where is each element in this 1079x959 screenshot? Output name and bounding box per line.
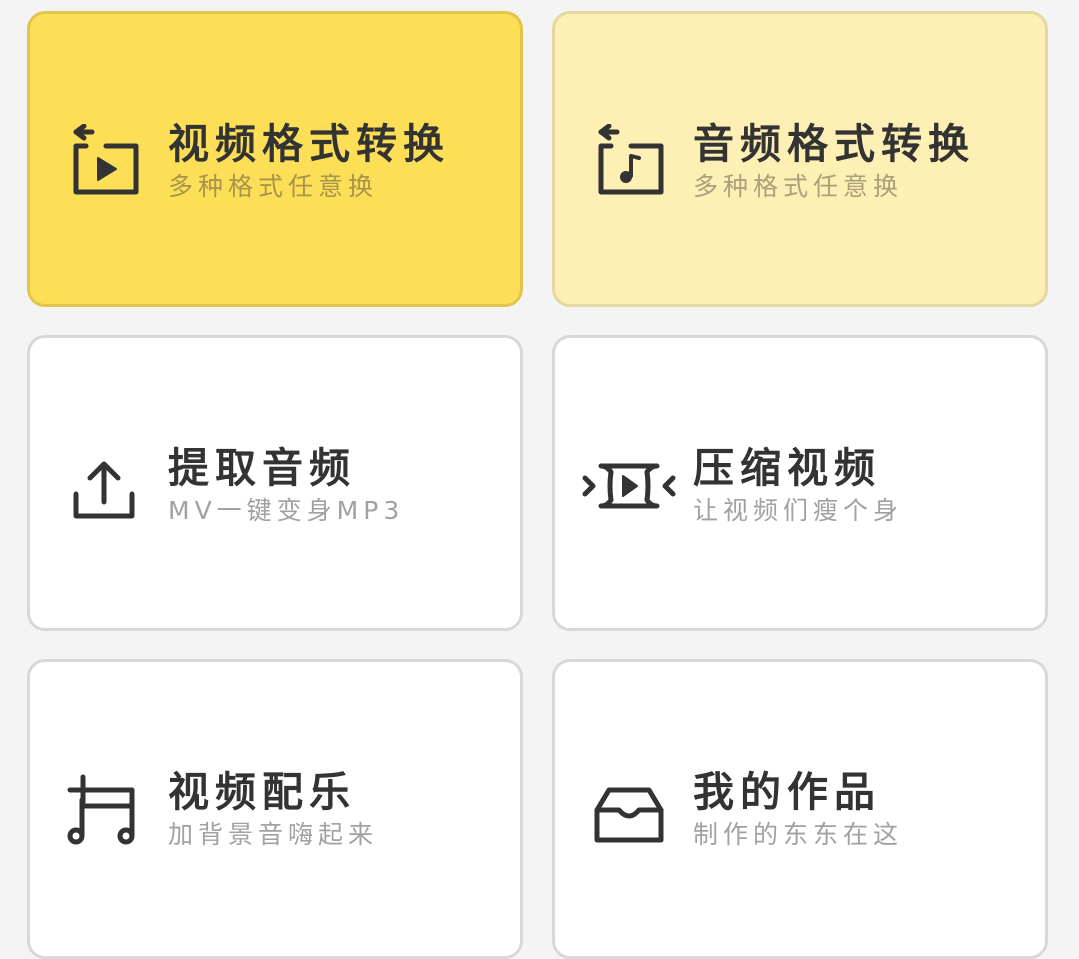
card-title: 音频格式转换 xyxy=(693,120,975,168)
card-title: 提取音频 xyxy=(168,444,356,492)
upload-icon xyxy=(66,448,142,524)
card-subtitle: 让视频们瘦个身 xyxy=(693,496,904,525)
card-title: 我的作品 xyxy=(693,768,881,816)
my-works-card[interactable]: 我的作品 制作的东东在这 xyxy=(552,659,1048,959)
card-title: 视频格式转换 xyxy=(168,120,450,168)
card-subtitle: 加背景音嗨起来 xyxy=(168,820,379,849)
feature-grid: 视频格式转换 多种格式任意换 音频格式转换 多种格式任意换 提取音频 MV一键变 xyxy=(0,0,1079,959)
video-music-card[interactable]: 视频配乐 加背景音嗨起来 xyxy=(27,659,523,959)
card-subtitle: 多种格式任意换 xyxy=(693,172,904,201)
compress-video-card[interactable]: 压缩视频 让视频们瘦个身 xyxy=(552,335,1048,631)
card-title: 视频配乐 xyxy=(168,768,356,816)
card-subtitle: 多种格式任意换 xyxy=(168,172,379,201)
audio-convert-icon xyxy=(591,124,667,200)
card-title: 压缩视频 xyxy=(693,444,881,492)
audio-format-convert-card[interactable]: 音频格式转换 多种格式任意换 xyxy=(552,11,1048,307)
card-subtitle: MV一键变身MP3 xyxy=(168,496,405,525)
video-format-convert-card[interactable]: 视频格式转换 多种格式任意换 xyxy=(27,11,523,307)
compress-video-icon xyxy=(581,448,677,524)
video-convert-icon xyxy=(66,124,142,200)
inbox-icon xyxy=(591,772,667,848)
music-add-icon xyxy=(66,772,142,848)
card-subtitle: 制作的东东在这 xyxy=(693,820,904,849)
extract-audio-card[interactable]: 提取音频 MV一键变身MP3 xyxy=(27,335,523,631)
